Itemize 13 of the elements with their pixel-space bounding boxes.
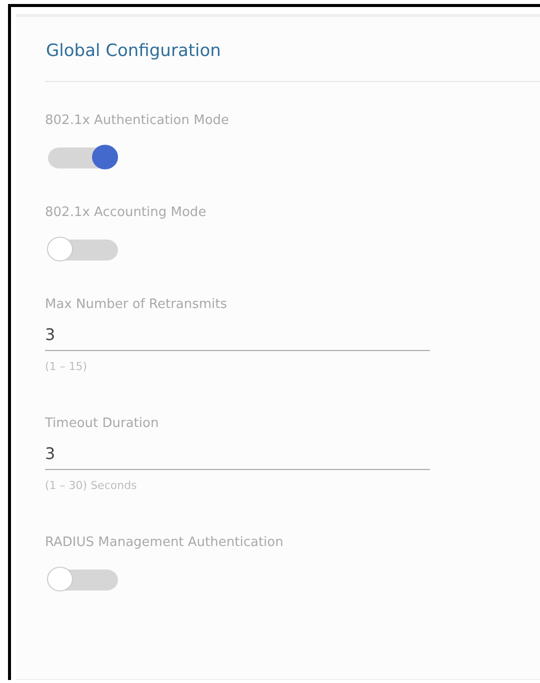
range-hint: (1 – 30) Seconds [45, 478, 137, 494]
section-title: Global Configuration [45, 40, 222, 63]
input-field[interactable]: 3 [45, 316, 430, 351]
input-field[interactable]: 3 [45, 435, 430, 470]
range-hint: (1 – 15) [45, 359, 88, 375]
field-label: Timeout Duration [45, 415, 159, 433]
toggle-switch[interactable] [48, 570, 118, 590]
field-label: 802.1x Accounting Mode [45, 204, 206, 222]
toggle-switch[interactable] [48, 240, 118, 260]
toggle-switch[interactable] [48, 148, 118, 168]
field-label: Max Number of Retransmits [45, 296, 228, 314]
field-label: RADIUS Management Authentication [45, 534, 284, 552]
field-label: 802.1x Authentication Mode [45, 112, 230, 130]
